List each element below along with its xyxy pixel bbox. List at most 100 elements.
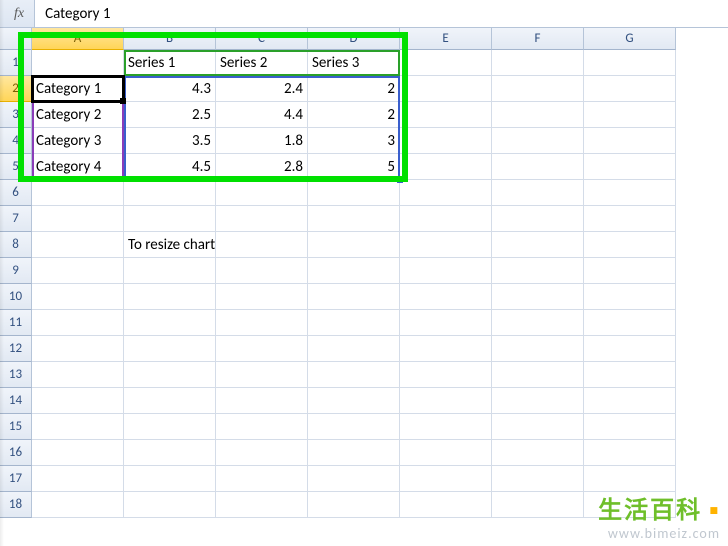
select-all-corner[interactable]	[0, 28, 32, 50]
row-header-15[interactable]: 15	[0, 414, 32, 440]
cell-E13[interactable]	[400, 362, 492, 388]
cell-D17[interactable]	[308, 466, 400, 492]
row-header-6[interactable]: 6	[0, 180, 32, 206]
cell-B3[interactable]: 2.5	[124, 102, 216, 128]
row-header-1[interactable]: 1	[0, 50, 32, 76]
cell-E7[interactable]	[400, 206, 492, 232]
row-header-2[interactable]: 2	[0, 76, 32, 102]
cell-C14[interactable]	[216, 388, 308, 414]
cell-B11[interactable]	[124, 310, 216, 336]
cell-G17[interactable]	[584, 466, 676, 492]
cell-F12[interactable]	[492, 336, 584, 362]
cell-A17[interactable]	[32, 466, 124, 492]
cell-C13[interactable]	[216, 362, 308, 388]
cell-A1[interactable]	[32, 50, 124, 76]
cell-G15[interactable]	[584, 414, 676, 440]
cell-B17[interactable]	[124, 466, 216, 492]
cell-E2[interactable]	[400, 76, 492, 102]
cell-A13[interactable]	[32, 362, 124, 388]
cell-A5[interactable]: Category 4	[32, 154, 124, 180]
cell-F11[interactable]	[492, 310, 584, 336]
cell-A3[interactable]: Category 2	[32, 102, 124, 128]
cell-C4[interactable]: 1.8	[216, 128, 308, 154]
cell-G1[interactable]	[584, 50, 676, 76]
col-header-D[interactable]: D	[308, 28, 400, 50]
row-header-13[interactable]: 13	[0, 362, 32, 388]
col-header-G[interactable]: G	[584, 28, 676, 50]
cell-D5[interactable]: 5	[308, 154, 400, 180]
cell-G4[interactable]	[584, 128, 676, 154]
cell-G5[interactable]	[584, 154, 676, 180]
cell-B7[interactable]	[124, 206, 216, 232]
cell-E9[interactable]	[400, 258, 492, 284]
cell-F10[interactable]	[492, 284, 584, 310]
cell-F9[interactable]	[492, 258, 584, 284]
col-header-F[interactable]: F	[492, 28, 584, 50]
cell-G3[interactable]	[584, 102, 676, 128]
cell-C5[interactable]: 2.8	[216, 154, 308, 180]
cell-D16[interactable]	[308, 440, 400, 466]
cell-E17[interactable]	[400, 466, 492, 492]
cell-F4[interactable]	[492, 128, 584, 154]
cell-A14[interactable]	[32, 388, 124, 414]
cell-C17[interactable]	[216, 466, 308, 492]
cell-E14[interactable]	[400, 388, 492, 414]
fx-icon[interactable]: fx	[0, 0, 35, 27]
cell-C9[interactable]	[216, 258, 308, 284]
col-header-C[interactable]: C	[216, 28, 308, 50]
cell-C18[interactable]	[216, 492, 308, 518]
cell-E5[interactable]	[400, 154, 492, 180]
cell-G16[interactable]	[584, 440, 676, 466]
cell-D3[interactable]: 2	[308, 102, 400, 128]
cell-G7[interactable]	[584, 206, 676, 232]
cell-C12[interactable]	[216, 336, 308, 362]
cell-C11[interactable]	[216, 310, 308, 336]
range-resize-handle[interactable]	[397, 177, 403, 183]
cell-F16[interactable]	[492, 440, 584, 466]
cell-A16[interactable]	[32, 440, 124, 466]
row-header-9[interactable]: 9	[0, 258, 32, 284]
cell-E18[interactable]	[400, 492, 492, 518]
cell-E3[interactable]	[400, 102, 492, 128]
cell-F18[interactable]	[492, 492, 584, 518]
cell-C2[interactable]: 2.4	[216, 76, 308, 102]
cell-B6[interactable]	[124, 180, 216, 206]
cell-G8[interactable]	[584, 232, 676, 258]
cell-C15[interactable]	[216, 414, 308, 440]
cell-B8[interactable]: To resize chart data range, drag lower r…	[124, 232, 216, 258]
cell-D2[interactable]: 2	[308, 76, 400, 102]
cell-F3[interactable]	[492, 102, 584, 128]
cell-G14[interactable]	[584, 388, 676, 414]
cell-F8[interactable]	[492, 232, 584, 258]
cell-D12[interactable]	[308, 336, 400, 362]
cell-E16[interactable]	[400, 440, 492, 466]
cell-B16[interactable]	[124, 440, 216, 466]
cell-B4[interactable]: 3.5	[124, 128, 216, 154]
cell-A7[interactable]	[32, 206, 124, 232]
cell-C1[interactable]: Series 2	[216, 50, 308, 76]
cell-D13[interactable]	[308, 362, 400, 388]
cell-A2[interactable]: Category 1	[32, 76, 124, 102]
cell-B5[interactable]: 4.5	[124, 154, 216, 180]
col-header-E[interactable]: E	[400, 28, 492, 50]
cell-F2[interactable]	[492, 76, 584, 102]
formula-input[interactable]: Category 1	[35, 0, 728, 27]
cell-D6[interactable]	[308, 180, 400, 206]
cell-D4[interactable]: 3	[308, 128, 400, 154]
cell-D18[interactable]	[308, 492, 400, 518]
cell-F17[interactable]	[492, 466, 584, 492]
cell-D11[interactable]	[308, 310, 400, 336]
row-header-11[interactable]: 11	[0, 310, 32, 336]
cell-E8[interactable]	[400, 232, 492, 258]
cell-A8[interactable]	[32, 232, 124, 258]
cell-D8[interactable]	[308, 232, 400, 258]
cell-D14[interactable]	[308, 388, 400, 414]
cell-E6[interactable]	[400, 180, 492, 206]
cell-G11[interactable]	[584, 310, 676, 336]
cell-A9[interactable]	[32, 258, 124, 284]
row-header-17[interactable]: 17	[0, 466, 32, 492]
cell-G2[interactable]	[584, 76, 676, 102]
cell-A11[interactable]	[32, 310, 124, 336]
cell-C7[interactable]	[216, 206, 308, 232]
row-header-5[interactable]: 5	[0, 154, 32, 180]
